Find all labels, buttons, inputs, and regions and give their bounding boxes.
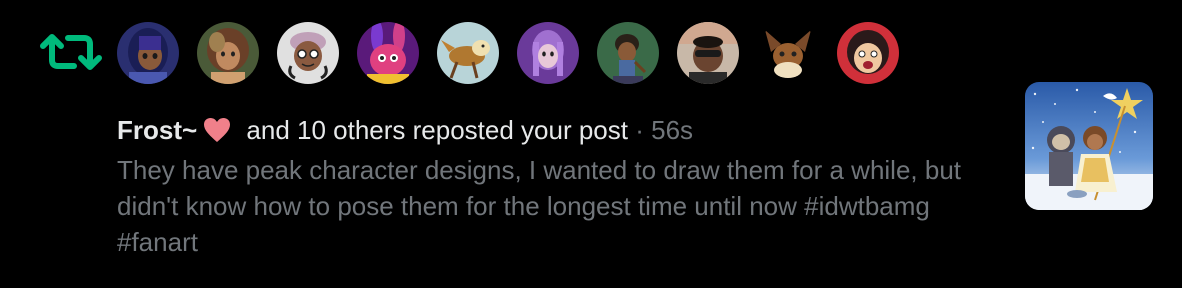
heart-emoji-icon <box>203 116 231 152</box>
notification-header: Frost~ and 10 others reposted your post … <box>117 112 997 152</box>
separator-dot: · <box>628 115 652 145</box>
repost-notification[interactable]: Frost~ and 10 others reposted your post … <box>0 0 1182 288</box>
avatar-4[interactable] <box>357 22 419 84</box>
avatar-6[interactable] <box>517 22 579 84</box>
avatar-9[interactable] <box>757 22 819 84</box>
avatar-5[interactable] <box>437 22 499 84</box>
post-thumbnail[interactable] <box>1025 82 1153 210</box>
repost-icon <box>40 30 102 74</box>
notification-text: Frost~ and 10 others reposted your post … <box>117 112 997 260</box>
avatar-8[interactable] <box>677 22 739 84</box>
timestamp[interactable]: 56s <box>651 115 693 145</box>
actor-name[interactable]: Frost~ <box>117 115 197 145</box>
action-text: and 10 others reposted your post <box>239 115 628 145</box>
avatar-7[interactable] <box>597 22 659 84</box>
avatar-1[interactable] <box>117 22 179 84</box>
avatar-3[interactable] <box>277 22 339 84</box>
avatar-10[interactable] <box>837 22 899 84</box>
avatar-2[interactable] <box>197 22 259 84</box>
post-text[interactable]: They have peak character designs, I want… <box>117 152 987 260</box>
